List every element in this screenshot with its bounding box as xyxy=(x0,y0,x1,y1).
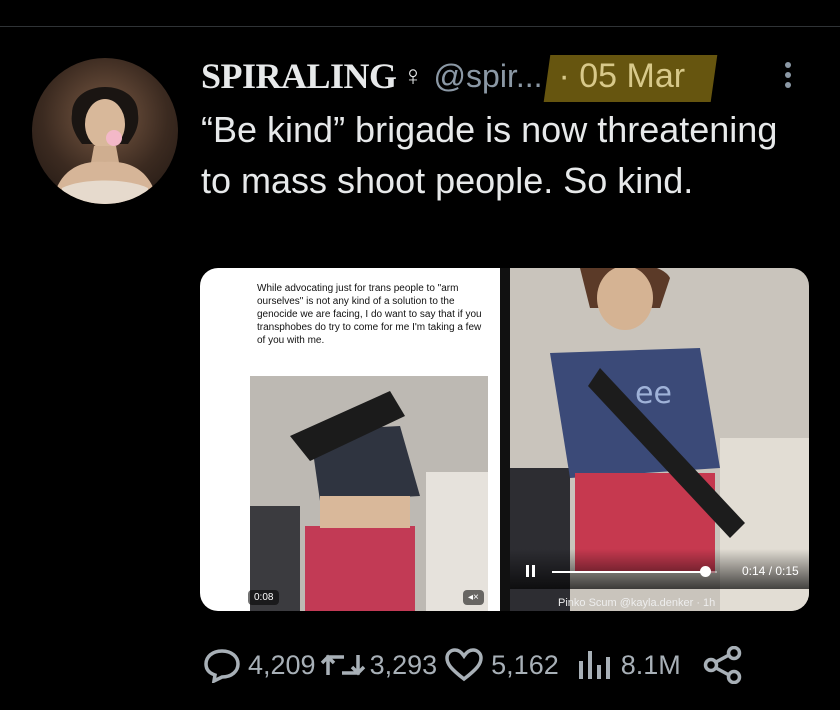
views-button[interactable]: 8.1M xyxy=(575,647,681,683)
timestamp[interactable]: · 05 Mar xyxy=(543,54,717,102)
user-handle[interactable]: @spir... xyxy=(434,58,543,95)
progress-track[interactable] xyxy=(552,571,717,573)
retweet-button[interactable]: 3,293 xyxy=(318,647,438,683)
retweet-count: 3,293 xyxy=(369,649,438,680)
views-count: 8.1M xyxy=(620,649,681,680)
media-right-video[interactable]: ee 0:14 / 0:15 Pinko Scum @kayla.denker … xyxy=(510,268,809,611)
video-byline: Pinko Scum @kayla.denker · 1h xyxy=(558,597,716,609)
reply-button[interactable]: 4,209 xyxy=(202,647,316,683)
reply-count: 4,209 xyxy=(248,649,316,680)
progress-fill xyxy=(552,571,706,573)
video-duration: 0:08 xyxy=(248,590,280,605)
media-container[interactable]: While advocating just for trans people t… xyxy=(200,268,809,611)
reply-icon xyxy=(204,649,240,683)
display-name[interactable]: SPIRALING xyxy=(201,55,397,97)
avatar[interactable] xyxy=(32,58,178,204)
quoted-video-frame xyxy=(250,376,488,611)
tweet-text: “Be kind” brigade is now threatening to … xyxy=(201,109,778,201)
svg-text:ee: ee xyxy=(635,376,672,411)
action-bar: 4,209 3,293 5,162 8.1M xyxy=(202,640,743,690)
heart-icon xyxy=(445,648,483,682)
video-controls: 0:14 / 0:15 xyxy=(510,549,809,589)
like-count: 5,162 xyxy=(491,649,559,680)
top-divider xyxy=(0,26,840,27)
more-vertical-icon[interactable] xyxy=(778,58,798,94)
mute-icon[interactable]: ◂× xyxy=(463,590,484,605)
gender-symbol: ♀ xyxy=(402,60,424,91)
like-button[interactable]: 5,162 xyxy=(443,647,559,683)
retweet-icon xyxy=(320,654,365,676)
share-icon xyxy=(703,646,742,684)
quoted-post-text: While advocating just for trans people t… xyxy=(257,283,482,346)
video-time: 0:14 / 0:15 xyxy=(742,564,799,578)
pause-icon[interactable] xyxy=(525,565,537,577)
share-button[interactable] xyxy=(703,646,743,684)
media-left-video[interactable]: While advocating just for trans people t… xyxy=(200,268,500,611)
avatar-portrait-icon xyxy=(52,87,158,204)
tweet-header: SPIRALING ♀ @spir... · 05 Mar xyxy=(201,54,717,102)
date-text: · 05 Mar xyxy=(558,56,686,95)
views-chart-icon xyxy=(578,651,610,679)
progress-knob[interactable] xyxy=(700,566,712,577)
